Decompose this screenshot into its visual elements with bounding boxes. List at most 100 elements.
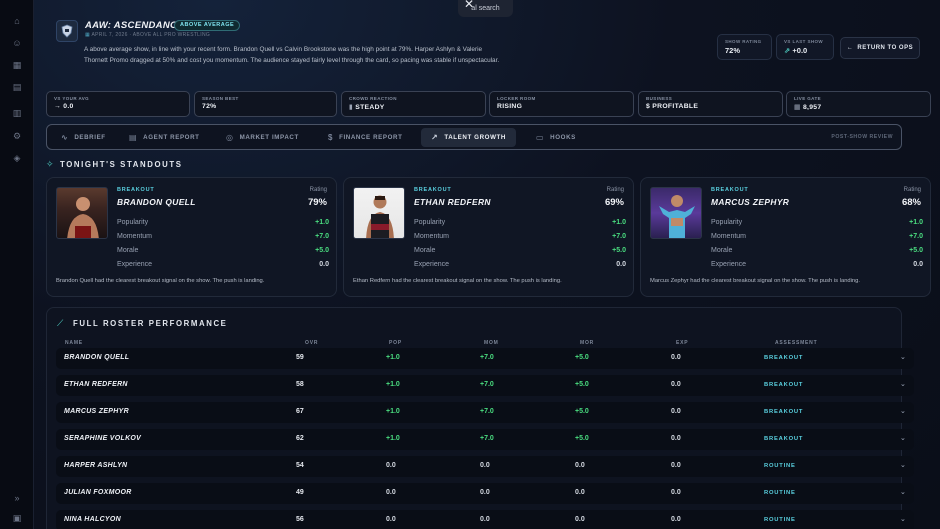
table-row[interactable]: HARPER ASHLYN 54 0.0 0.0 0.0 0.0 ROUTINE ⌄ xyxy=(56,456,914,477)
stat-value: +7.0 xyxy=(612,233,626,240)
home-icon[interactable]: ⌂ xyxy=(11,15,23,27)
table-row[interactable]: SERAPHINE VOLKOV 62 +1.0 +7.0 +5.0 0.0 BREAKOU… xyxy=(56,429,914,450)
stat-row-experience: Experience 0.0 xyxy=(117,261,329,271)
post-show-review-label: POST-SHOW REVIEW xyxy=(831,134,893,140)
roster-exp: 0.0 xyxy=(671,516,681,523)
stat-row-morale: Morale +5.0 xyxy=(117,247,329,257)
standout-card[interactable]: BREAKOUT ETHAN REDFERN Rating 69% Popula… xyxy=(343,177,634,297)
metric-value: RISING xyxy=(497,103,523,110)
metric-locker-room: LOCKER ROOM RISING xyxy=(489,91,634,117)
table-row[interactable]: NINA HALCYON 56 0.0 0.0 0.0 0.0 ROUTINE ⌄ xyxy=(56,510,914,529)
roster-pop: +1.0 xyxy=(386,354,400,361)
users-icon[interactable]: ☺ xyxy=(11,37,23,49)
tab-label: MARKET IMPACT xyxy=(239,134,299,141)
roster-exp: 0.0 xyxy=(671,354,681,361)
settings-icon[interactable]: ⚙ xyxy=(11,130,23,142)
chevron-down-icon[interactable]: ⌄ xyxy=(900,515,906,523)
metric-value: ▮ STEADY xyxy=(349,103,478,111)
metric-value: $ PROFITABLE xyxy=(646,103,775,110)
roster-ovr: 62 xyxy=(296,435,304,442)
stat-row-experience: Experience 0.0 xyxy=(414,261,626,271)
table-row[interactable]: MARCUS ZEPHYR 67 +1.0 +7.0 +5.0 0.0 BREAKOUT ⌄ xyxy=(56,402,914,423)
column-header-pop: POP xyxy=(389,340,402,346)
stat-label: Morale xyxy=(711,247,733,254)
return-to-ops-button[interactable]: ← RETURN TO OPS xyxy=(840,37,920,59)
tab-label: HOOKS xyxy=(550,134,576,141)
book-icon[interactable]: ▤ xyxy=(11,81,23,93)
roster-name: MARCUS ZEPHYR xyxy=(64,408,129,415)
stat-value: +1.0 xyxy=(315,219,329,226)
roster-name: NINA HALCYON xyxy=(64,516,122,523)
building-icon[interactable]: ▥ xyxy=(11,107,23,119)
stat-label: Morale xyxy=(414,247,436,254)
metric-value: → 0.0 xyxy=(54,103,74,110)
roster-mom: +7.0 xyxy=(480,408,494,415)
roster-mor: +5.0 xyxy=(575,354,589,361)
calendar-icon[interactable]: ▦ xyxy=(11,59,23,71)
trend-up-icon: ⟋ xyxy=(57,318,64,328)
table-row[interactable]: BRANDON QUELL 59 +1.0 +7.0 +5.0 0.0 BREAKOUT ⌄ xyxy=(56,348,914,369)
standout-name: ETHAN REDFERN xyxy=(414,197,491,207)
table-row[interactable]: JULIAN FOXMOOR 49 0.0 0.0 0.0 0.0 ROUTINE ⌄ xyxy=(56,483,914,504)
stat-row-popularity: Popularity +1.0 xyxy=(414,219,626,229)
stat-label: Momentum xyxy=(414,233,450,240)
standout-card[interactable]: BREAKOUT BRANDON QUELL Rating 79% Popula… xyxy=(46,177,337,297)
roster-mor: 0.0 xyxy=(575,516,585,523)
roster-name: HARPER ASHLYN xyxy=(64,462,128,469)
stat-label: Morale xyxy=(117,247,139,254)
close-icon[interactable]: ✕ xyxy=(464,0,474,11)
roster-mor: 0.0 xyxy=(575,462,585,469)
rating-label: Rating xyxy=(606,187,624,193)
report-tabs: ∿ DEBRIEF ▤ AGENT REPORT ◎ MARKET IMPACT $ F… xyxy=(46,124,902,150)
column-header-assessment: ASSESSMENT xyxy=(775,340,818,346)
standout-card[interactable]: BREAKOUT MARCUS ZEPHYR Rating 68% Popula… xyxy=(640,177,931,297)
roster-mom: +7.0 xyxy=(480,435,494,442)
standouts-title: TONIGHT'S STANDOUTS xyxy=(60,160,183,169)
stat-value: +5.0 xyxy=(315,247,329,254)
column-header-name: NAME xyxy=(65,340,83,346)
document-icon: ▤ xyxy=(129,133,138,142)
metric-label: LIVE GATE xyxy=(794,96,822,101)
signal-icon: ▮ xyxy=(349,104,354,111)
metric-value: ▦ 8,957 xyxy=(794,103,923,111)
wrestler-figure-image xyxy=(67,197,99,238)
stat-label: Momentum xyxy=(117,233,153,240)
wrestler-portrait xyxy=(353,187,405,239)
stat-value: +1.0 xyxy=(612,219,626,226)
roster-exp: 0.0 xyxy=(671,408,681,415)
stat-label: Popularity xyxy=(711,219,743,226)
tab-hooks[interactable]: ▭ HOOKS xyxy=(526,128,586,147)
dollar-icon: $ xyxy=(646,103,651,110)
tab-market-impact[interactable]: ◎ MARKET IMPACT xyxy=(216,128,309,147)
stat-row-momentum: Momentum +7.0 xyxy=(117,233,329,243)
roster-pop: +1.0 xyxy=(386,381,400,388)
roster-assessment: BREAKOUT xyxy=(764,382,804,388)
tab-talent-growth[interactable]: ↗ TALENT GROWTH xyxy=(421,128,516,147)
collapse-icon[interactable]: » xyxy=(11,492,23,504)
chevron-down-icon[interactable]: ⌄ xyxy=(900,380,906,388)
tab-label: FINANCE REPORT xyxy=(339,134,403,141)
stat-label: Experience xyxy=(414,261,450,268)
column-header-ovr: OVR xyxy=(305,340,319,346)
stat-value: +7.0 xyxy=(909,233,923,240)
tab-agent-report[interactable]: ▤ AGENT REPORT xyxy=(119,128,210,147)
chat-icon: ▭ xyxy=(536,133,545,142)
chevron-down-icon[interactable]: ⌄ xyxy=(900,434,906,442)
vs-last-show-chip: VS LAST SHOW ⇗ +0.0 xyxy=(776,34,834,60)
vs-last-show-label: VS LAST SHOW xyxy=(784,39,824,44)
help-icon[interactable]: ▣ xyxy=(11,512,23,524)
chevron-down-icon[interactable]: ⌄ xyxy=(900,488,906,496)
standout-name: BRANDON QUELL xyxy=(117,197,196,207)
chevron-down-icon[interactable]: ⌄ xyxy=(900,461,906,469)
chevron-down-icon[interactable]: ⌄ xyxy=(900,353,906,361)
graduation-icon[interactable]: ◈ xyxy=(11,152,23,164)
tab-finance-report[interactable]: $ FINANCE REPORT xyxy=(318,128,412,147)
tab-debrief[interactable]: ∿ DEBRIEF xyxy=(51,128,116,147)
stat-row-morale: Morale +5.0 xyxy=(711,247,923,257)
chevron-down-icon[interactable]: ⌄ xyxy=(900,407,906,415)
roster-ovr: 67 xyxy=(296,408,304,415)
table-row[interactable]: ETHAN REDFERN 58 +1.0 +7.0 +5.0 0.0 BREAKOUT ⌄ xyxy=(56,375,914,396)
ticket-icon: ▦ xyxy=(794,104,801,111)
metric-label: LOCKER ROOM xyxy=(497,96,536,101)
roster-assessment: ROUTINE xyxy=(764,517,796,523)
